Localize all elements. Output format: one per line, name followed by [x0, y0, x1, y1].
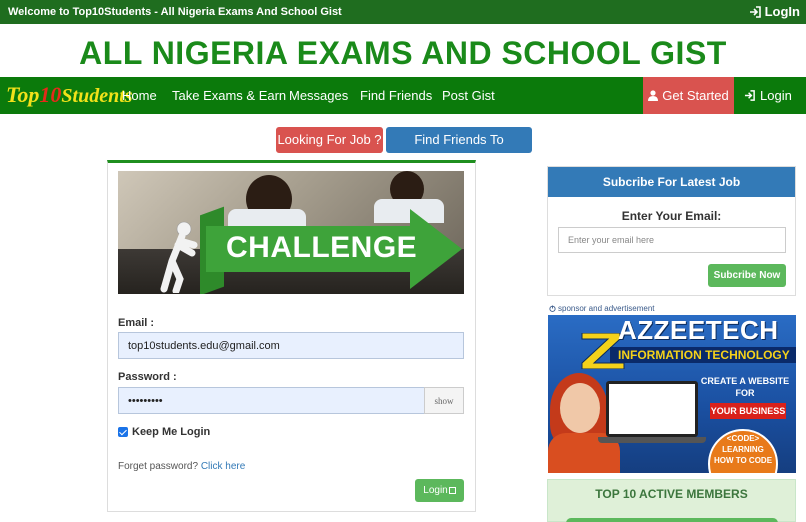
challenge-banner-image: CHALLENGE — [118, 171, 464, 294]
password-label: Password : — [118, 371, 177, 383]
nav-login-link[interactable]: Login — [744, 88, 792, 103]
login-panel: CHALLENGE Email : top10students.edu@gmai… — [107, 160, 476, 512]
pushing-figure-icon — [160, 221, 198, 293]
top-members-panel: TOP 10 ACTIVE MEMBERS — [547, 479, 796, 522]
ad-code-badge: <CODE> LEARNING HOW TO CODE — [708, 433, 778, 466]
ad-brand-text: AZZEETECH — [618, 315, 779, 345]
forget-password-label: Forget password? — [118, 461, 199, 472]
sponsor-label-text: sponsor and advertisement — [558, 304, 655, 313]
ad-business-badge: YOUR BUSINESS — [710, 403, 786, 419]
email-label: Email : — [118, 317, 155, 329]
subscribe-now-button[interactable]: Subcribe Now — [708, 264, 786, 287]
password-input[interactable]: ••••••••• — [118, 387, 425, 414]
password-field-group: ••••••••• show — [118, 387, 464, 414]
email-input-value: top10students.edu@gmail.com — [128, 339, 280, 352]
ad-create-text: CREATE A WEBSITE FOR — [700, 376, 790, 398]
laptop-image — [606, 381, 698, 437]
show-password-button[interactable]: show — [424, 387, 464, 414]
login-submit-button[interactable]: Login — [415, 479, 464, 502]
power-icon — [549, 305, 556, 312]
ad-code-line1: <CODE> — [726, 434, 760, 443]
login-submit-label: Login — [423, 485, 448, 496]
top-login-label: LogIn — [764, 4, 800, 19]
subscribe-email-label: Enter Your Email: — [621, 209, 722, 223]
subscribe-heading: Subcribe For Latest Job — [548, 167, 795, 197]
ad-code-line2: LEARNING — [722, 445, 764, 454]
logo-part-top: Top — [6, 82, 40, 107]
looking-for-job-button[interactable]: Looking For Job ? — [276, 127, 383, 153]
members-list-item[interactable] — [566, 518, 778, 522]
nav-item-post-gist[interactable]: Post Gist — [442, 88, 495, 103]
sign-in-icon — [744, 90, 755, 101]
keep-me-login-checkbox[interactable]: Keep Me Login — [118, 426, 210, 438]
azzeetech-advertisement[interactable]: AZZEETECH INFORMATION TECHNOLOGY CREATE … — [548, 315, 796, 473]
user-icon — [648, 90, 659, 101]
page-title: ALL NIGERIA EXAMS AND SCHOOL GIST — [79, 35, 727, 71]
subscribe-email-placeholder: Enter your email here — [568, 235, 655, 245]
main-navbar: Top10Students Home Take Exams & Earn Mes… — [0, 77, 806, 114]
nav-item-home[interactable]: Home — [122, 88, 157, 103]
checkbox-checked-icon — [118, 427, 128, 437]
top-login-link[interactable]: LogIn — [749, 4, 800, 19]
email-input[interactable]: top10students.edu@gmail.com — [118, 332, 464, 359]
subscribe-panel: Subcribe For Latest Job Enter Your Email… — [547, 166, 796, 296]
nav-item-messages[interactable]: Messages — [289, 88, 348, 103]
ad-subtitle-text: INFORMATION TECHNOLOGY — [618, 348, 790, 362]
keep-me-login-label: Keep Me Login — [132, 426, 211, 438]
ad-code-line3: HOW TO CODE — [713, 456, 773, 465]
forget-password-text: Forget password? Click here — [118, 461, 245, 472]
top-members-heading: TOP 10 ACTIVE MEMBERS — [595, 487, 748, 501]
logo-part-10: 10 — [39, 82, 62, 107]
sponsor-label: sponsor and advertisement — [549, 304, 655, 313]
challenge-banner-text: CHALLENGE — [226, 231, 418, 264]
find-friends-challenge-button[interactable]: Find Friends To Challenge — [386, 127, 532, 173]
password-input-value: ••••••••• — [128, 394, 163, 407]
nav-item-take-exams[interactable]: Take Exams & Earn — [172, 88, 286, 103]
sign-in-icon — [749, 5, 761, 18]
get-started-label: Get Started — [662, 88, 729, 103]
site-logo[interactable]: Top10Students — [6, 82, 133, 109]
square-icon — [448, 487, 456, 494]
get-started-button[interactable]: Get Started — [643, 77, 734, 114]
welcome-text: Welcome to Top10Students - All Nigeria E… — [8, 6, 342, 18]
top-bar: Welcome to Top10Students - All Nigeria E… — [0, 0, 806, 24]
nav-login-label: Login — [760, 88, 792, 103]
forget-password-link[interactable]: Click here — [201, 461, 245, 472]
nav-item-find-friends[interactable]: Find Friends — [360, 88, 432, 103]
subscribe-email-input[interactable]: Enter your email here — [558, 227, 786, 253]
